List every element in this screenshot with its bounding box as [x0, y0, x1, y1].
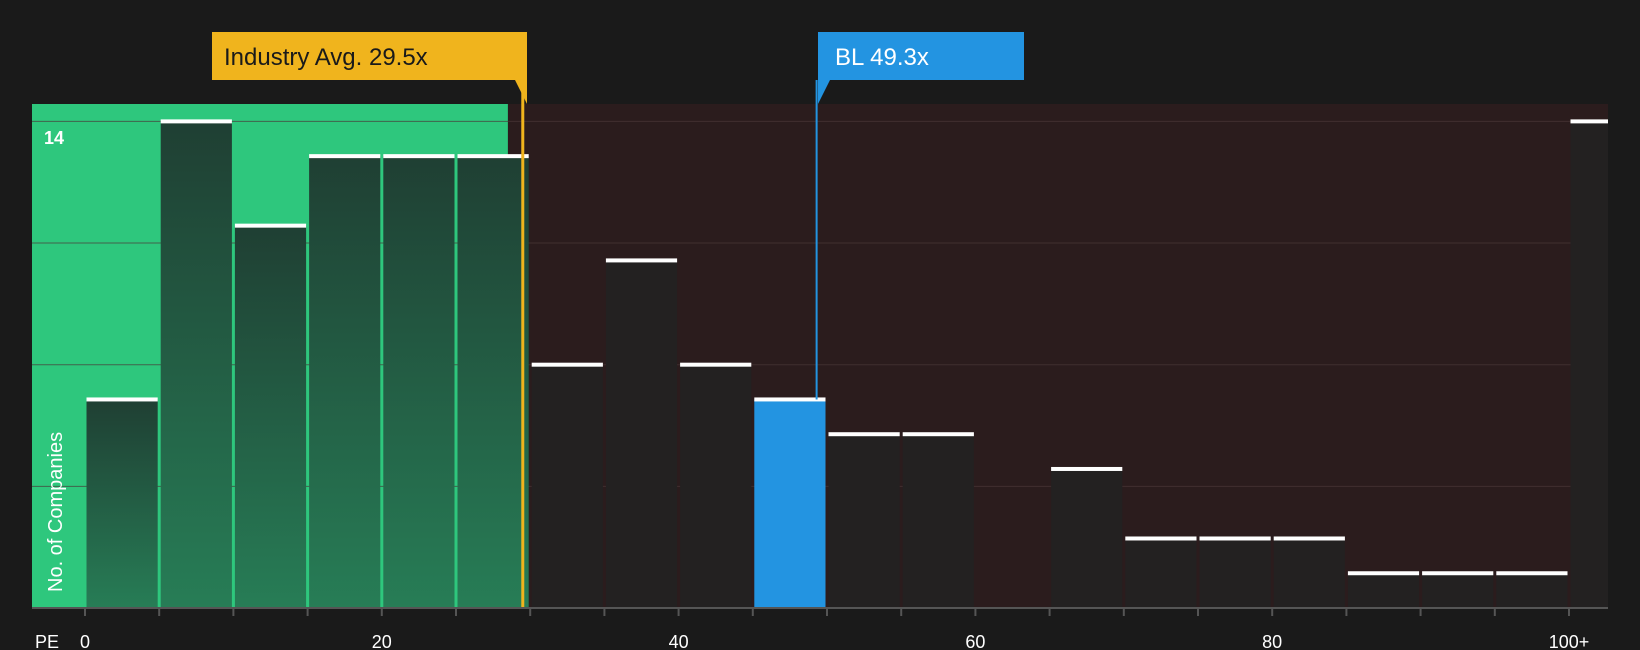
- x-axis-label: PE: [35, 632, 59, 650]
- bar-cap: [680, 362, 752, 367]
- histogram-bar: [309, 156, 381, 608]
- bar-cap: [383, 154, 455, 159]
- bar-cap: [1496, 571, 1568, 576]
- company-callout: BL 49.3x: [818, 32, 1024, 104]
- bar-cap: [1570, 119, 1608, 124]
- x-tick-label: 20: [372, 632, 392, 650]
- x-tick-label: 0: [80, 632, 90, 650]
- bar-cap: [1422, 571, 1494, 576]
- histogram-bar: [531, 364, 603, 608]
- x-axis: 0 20 40 60 80 100+: [32, 607, 1608, 650]
- histogram-bar: [1570, 121, 1608, 609]
- histogram-bar: [1273, 538, 1345, 608]
- x-tick-label: 60: [965, 632, 985, 650]
- y-tick-label: 14: [44, 128, 64, 148]
- histogram-bar: [86, 399, 158, 608]
- bar-cap: [1199, 536, 1271, 541]
- bar-cap: [1051, 466, 1123, 471]
- x-tick-label: 40: [669, 632, 689, 650]
- histogram-bar: [680, 364, 752, 608]
- industry-average-label: Industry Avg. 29.5x: [224, 44, 428, 71]
- bar-cap: [160, 119, 232, 124]
- bar-cap: [309, 154, 381, 159]
- bar-cap: [754, 397, 826, 402]
- bar-cap: [605, 258, 678, 263]
- bar-cap: [1347, 571, 1420, 576]
- bar-cap: [828, 432, 900, 437]
- y-axis-label: No. of Companies: [45, 432, 67, 592]
- bar-cap: [531, 362, 603, 367]
- bar-cap: [457, 154, 529, 159]
- histogram-bar: [605, 260, 678, 608]
- histogram-bar: [828, 434, 900, 608]
- bar-cap: [902, 432, 974, 437]
- industry-average-callout: Industry Avg. 29.5x: [212, 32, 527, 104]
- x-tick-label: 100+: [1549, 632, 1590, 650]
- bar-cap: [1125, 536, 1197, 541]
- bar-cap: [234, 223, 307, 228]
- histogram-bar: [1347, 573, 1420, 608]
- histogram-bar: [234, 225, 307, 609]
- histogram-bar: [1051, 468, 1123, 608]
- histogram-bar: [1125, 538, 1197, 608]
- bar-cap: [1273, 536, 1345, 541]
- bar-cap: [86, 397, 158, 402]
- histogram-bar: [160, 121, 232, 609]
- histogram-bar: [754, 399, 826, 608]
- x-tick-label: 80: [1262, 632, 1282, 650]
- histogram-bar: [1199, 538, 1271, 608]
- callouts: Industry Avg. 29.5x BL 49.3x: [212, 32, 1024, 104]
- histogram-bar: [457, 156, 529, 608]
- histogram-bar: [902, 434, 974, 608]
- company-pe-label: BL 49.3x: [835, 44, 929, 71]
- histogram-bar: [383, 156, 455, 608]
- histogram-bar: [1496, 573, 1568, 608]
- pe-distribution-chart: 0 20 40 60 80 100+ 14 No. of Companies PE Ind…: [32, 32, 1609, 650]
- histogram-bar: [1422, 573, 1494, 608]
